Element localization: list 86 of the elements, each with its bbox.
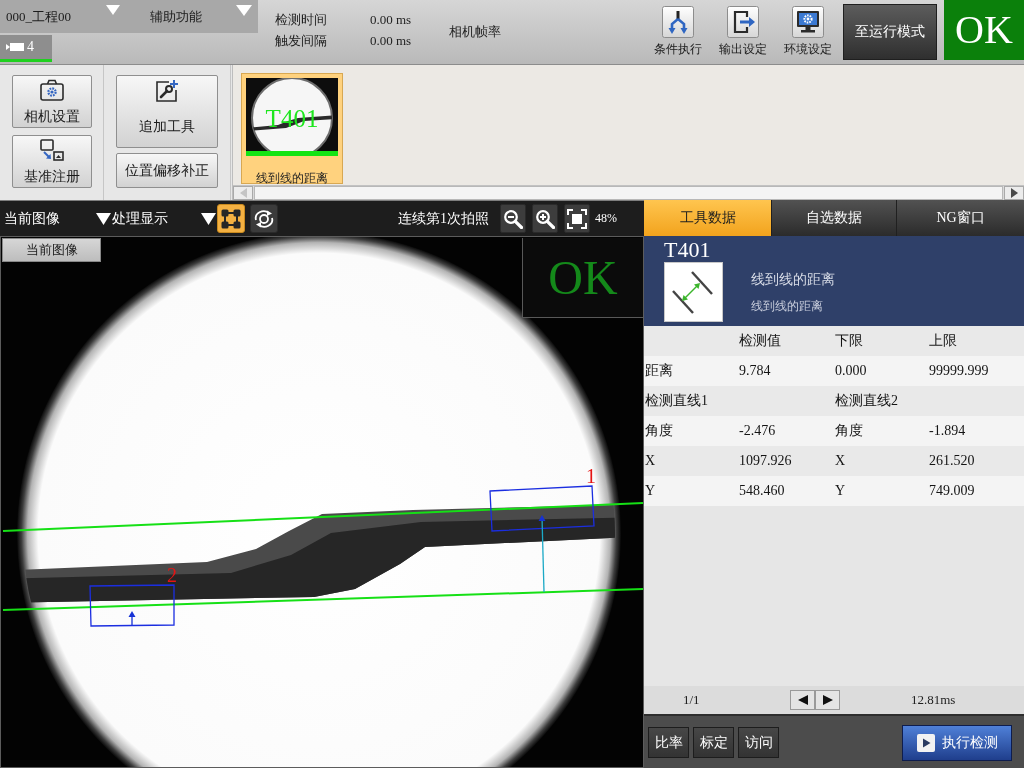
setup-button[interactable]: 基准注册 <box>12 135 92 188</box>
table-cell: 261.520 <box>929 453 975 469</box>
view-label: 当前图像 <box>2 238 101 262</box>
zoom-out-icon <box>503 208 523 229</box>
wrench-plus-icon <box>155 79 179 103</box>
tool-subtitle: 线到线的距离 <box>751 298 824 315</box>
caret-icon <box>236 5 252 16</box>
table-cell: -2.476 <box>739 423 776 439</box>
view-toggle-button[interactable] <box>250 204 278 233</box>
toolbar-button[interactable]: 条件执行 <box>648 0 708 60</box>
row-label: 角度 <box>835 422 863 440</box>
result-indicator: OK <box>522 238 643 318</box>
caret-icon <box>797 695 808 705</box>
function-button[interactable]: 比率 <box>648 727 689 758</box>
previous-button[interactable] <box>790 690 815 710</box>
frame-rate-label: 相机帧率 <box>449 23 502 41</box>
cycle-icon <box>253 208 275 229</box>
caret-icon <box>106 5 120 15</box>
row-label: 距离 <box>644 362 673 380</box>
toolbar-button[interactable]: 环境设定 <box>778 0 838 60</box>
column-header: 下限 <box>835 332 863 350</box>
caret-icon <box>1010 188 1018 198</box>
table-cell: -1.894 <box>929 423 966 439</box>
view-toggle-button[interactable] <box>217 204 245 233</box>
row-label: Y <box>835 483 846 499</box>
squares-arrow-icon <box>40 139 64 161</box>
caret-icon <box>822 695 833 705</box>
processing-time: 12.81ms <box>911 692 956 708</box>
run-mode-button[interactable]: 至运行模式 <box>843 4 937 60</box>
stat-label: 触发间隔 <box>275 32 328 50</box>
region-number: 1 <box>586 465 596 487</box>
direction-arrow <box>128 611 136 626</box>
group-label: 检测直线1 <box>644 392 708 410</box>
function-button[interactable]: 标定 <box>693 727 734 758</box>
row-label: X <box>835 453 846 469</box>
table-cell: 99999.999 <box>929 363 989 379</box>
caret-icon <box>96 212 111 225</box>
row-label: Y <box>644 483 656 499</box>
caret-icon <box>239 188 247 198</box>
stat-value: 0.00 ms <box>370 33 412 49</box>
parallel-lines-icon <box>664 262 723 322</box>
table-cell: 9.784 <box>739 363 771 379</box>
video-camera-icon <box>6 42 24 52</box>
panel-tab[interactable]: 自选数据 <box>772 200 896 236</box>
capture-status: 连续第1次拍照 <box>398 209 489 228</box>
table-cell: 0.000 <box>835 363 867 379</box>
monitor-gear-icon <box>792 6 824 38</box>
table-cell: 749.009 <box>929 483 975 499</box>
play-icon <box>916 734 935 752</box>
column-header: 检测值 <box>739 332 781 350</box>
zoom-level: 48% <box>595 211 617 226</box>
zoom-in-icon <box>535 208 555 229</box>
project-dropdown[interactable]: 000_工程00 <box>0 0 130 33</box>
next-button[interactable] <box>815 690 840 710</box>
page-indicator: 1/1 <box>683 692 701 708</box>
zoom-out-button[interactable] <box>500 204 526 233</box>
camera-gear-icon <box>40 79 64 101</box>
tool-code: T401 <box>664 239 711 261</box>
table-cell: 548.460 <box>739 483 785 499</box>
toolbar-button[interactable]: 输出设定 <box>713 0 773 60</box>
result-indicator: OK <box>944 0 1024 60</box>
group-label: 检测直线2 <box>835 392 898 410</box>
table-cell: 1097.926 <box>739 453 792 469</box>
stat-value: 0.00 ms <box>370 12 412 28</box>
caret-icon <box>201 212 216 225</box>
tool-button[interactable]: 位置偏移补正 <box>116 153 218 188</box>
column-header: 上限 <box>929 332 957 350</box>
scroll-right-button[interactable] <box>1004 186 1024 200</box>
tool-title: 线到线的距离 <box>751 271 835 289</box>
row-label: 角度 <box>644 422 673 440</box>
panel-tab[interactable]: NG窗口 <box>897 200 1024 236</box>
function-button[interactable]: 访问 <box>738 727 779 758</box>
fit-button[interactable] <box>564 204 590 233</box>
row-label: X <box>644 453 656 469</box>
tool-button[interactable]: 追加工具 <box>116 75 218 148</box>
panel-tab[interactable]: 工具数据 <box>644 200 771 236</box>
stat-label: 检测时间 <box>275 11 328 29</box>
menu-dropdown[interactable]: 辅助功能 <box>130 0 258 33</box>
region-number: 2 <box>167 564 177 586</box>
display-mode-dropdown[interactable]: 处理显示 <box>111 203 216 234</box>
setup-button[interactable]: 相机设置 <box>12 75 92 128</box>
fit-screen-icon <box>567 208 587 229</box>
nodes-square-icon <box>220 207 242 230</box>
image-source-dropdown[interactable]: 当前图像 <box>0 203 111 234</box>
run-inspection-button[interactable]: 执行检测 <box>902 725 1012 761</box>
zoom-in-button[interactable] <box>532 204 558 233</box>
